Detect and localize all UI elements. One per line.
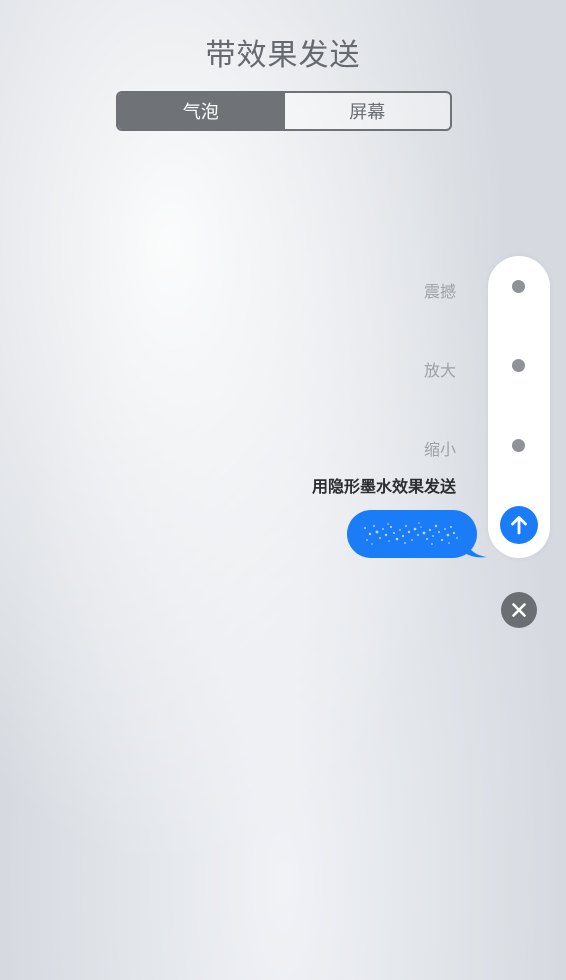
arrow-up-icon — [511, 516, 527, 535]
effect-label-gentle[interactable]: 缩小 — [424, 436, 456, 460]
close-effects-button[interactable] — [501, 592, 537, 628]
message-bubble-invisible-ink — [347, 510, 487, 558]
bubble-tail — [465, 536, 487, 558]
effect-slam-dot-icon[interactable] — [512, 280, 525, 293]
effect-type-segmented-control[interactable]: 气泡 屏幕 — [116, 91, 452, 131]
effect-label-slam[interactable]: 震撼 — [424, 278, 456, 302]
close-icon — [512, 603, 526, 617]
effect-label-loud[interactable]: 放大 — [424, 357, 456, 381]
invisible-ink-sparkle — [364, 522, 458, 545]
effect-loud-dot-icon[interactable] — [512, 359, 525, 372]
tab-screen[interactable]: 屏幕 — [283, 93, 451, 129]
effect-label-invisible-ink[interactable]: 用隐形墨水效果发送 — [312, 473, 456, 497]
tab-bubble[interactable]: 气泡 — [118, 93, 284, 129]
page-title: 带效果发送 — [205, 38, 361, 73]
effect-gentle-dot-icon[interactable] — [512, 439, 525, 452]
send-with-effect-button[interactable] — [500, 506, 538, 544]
